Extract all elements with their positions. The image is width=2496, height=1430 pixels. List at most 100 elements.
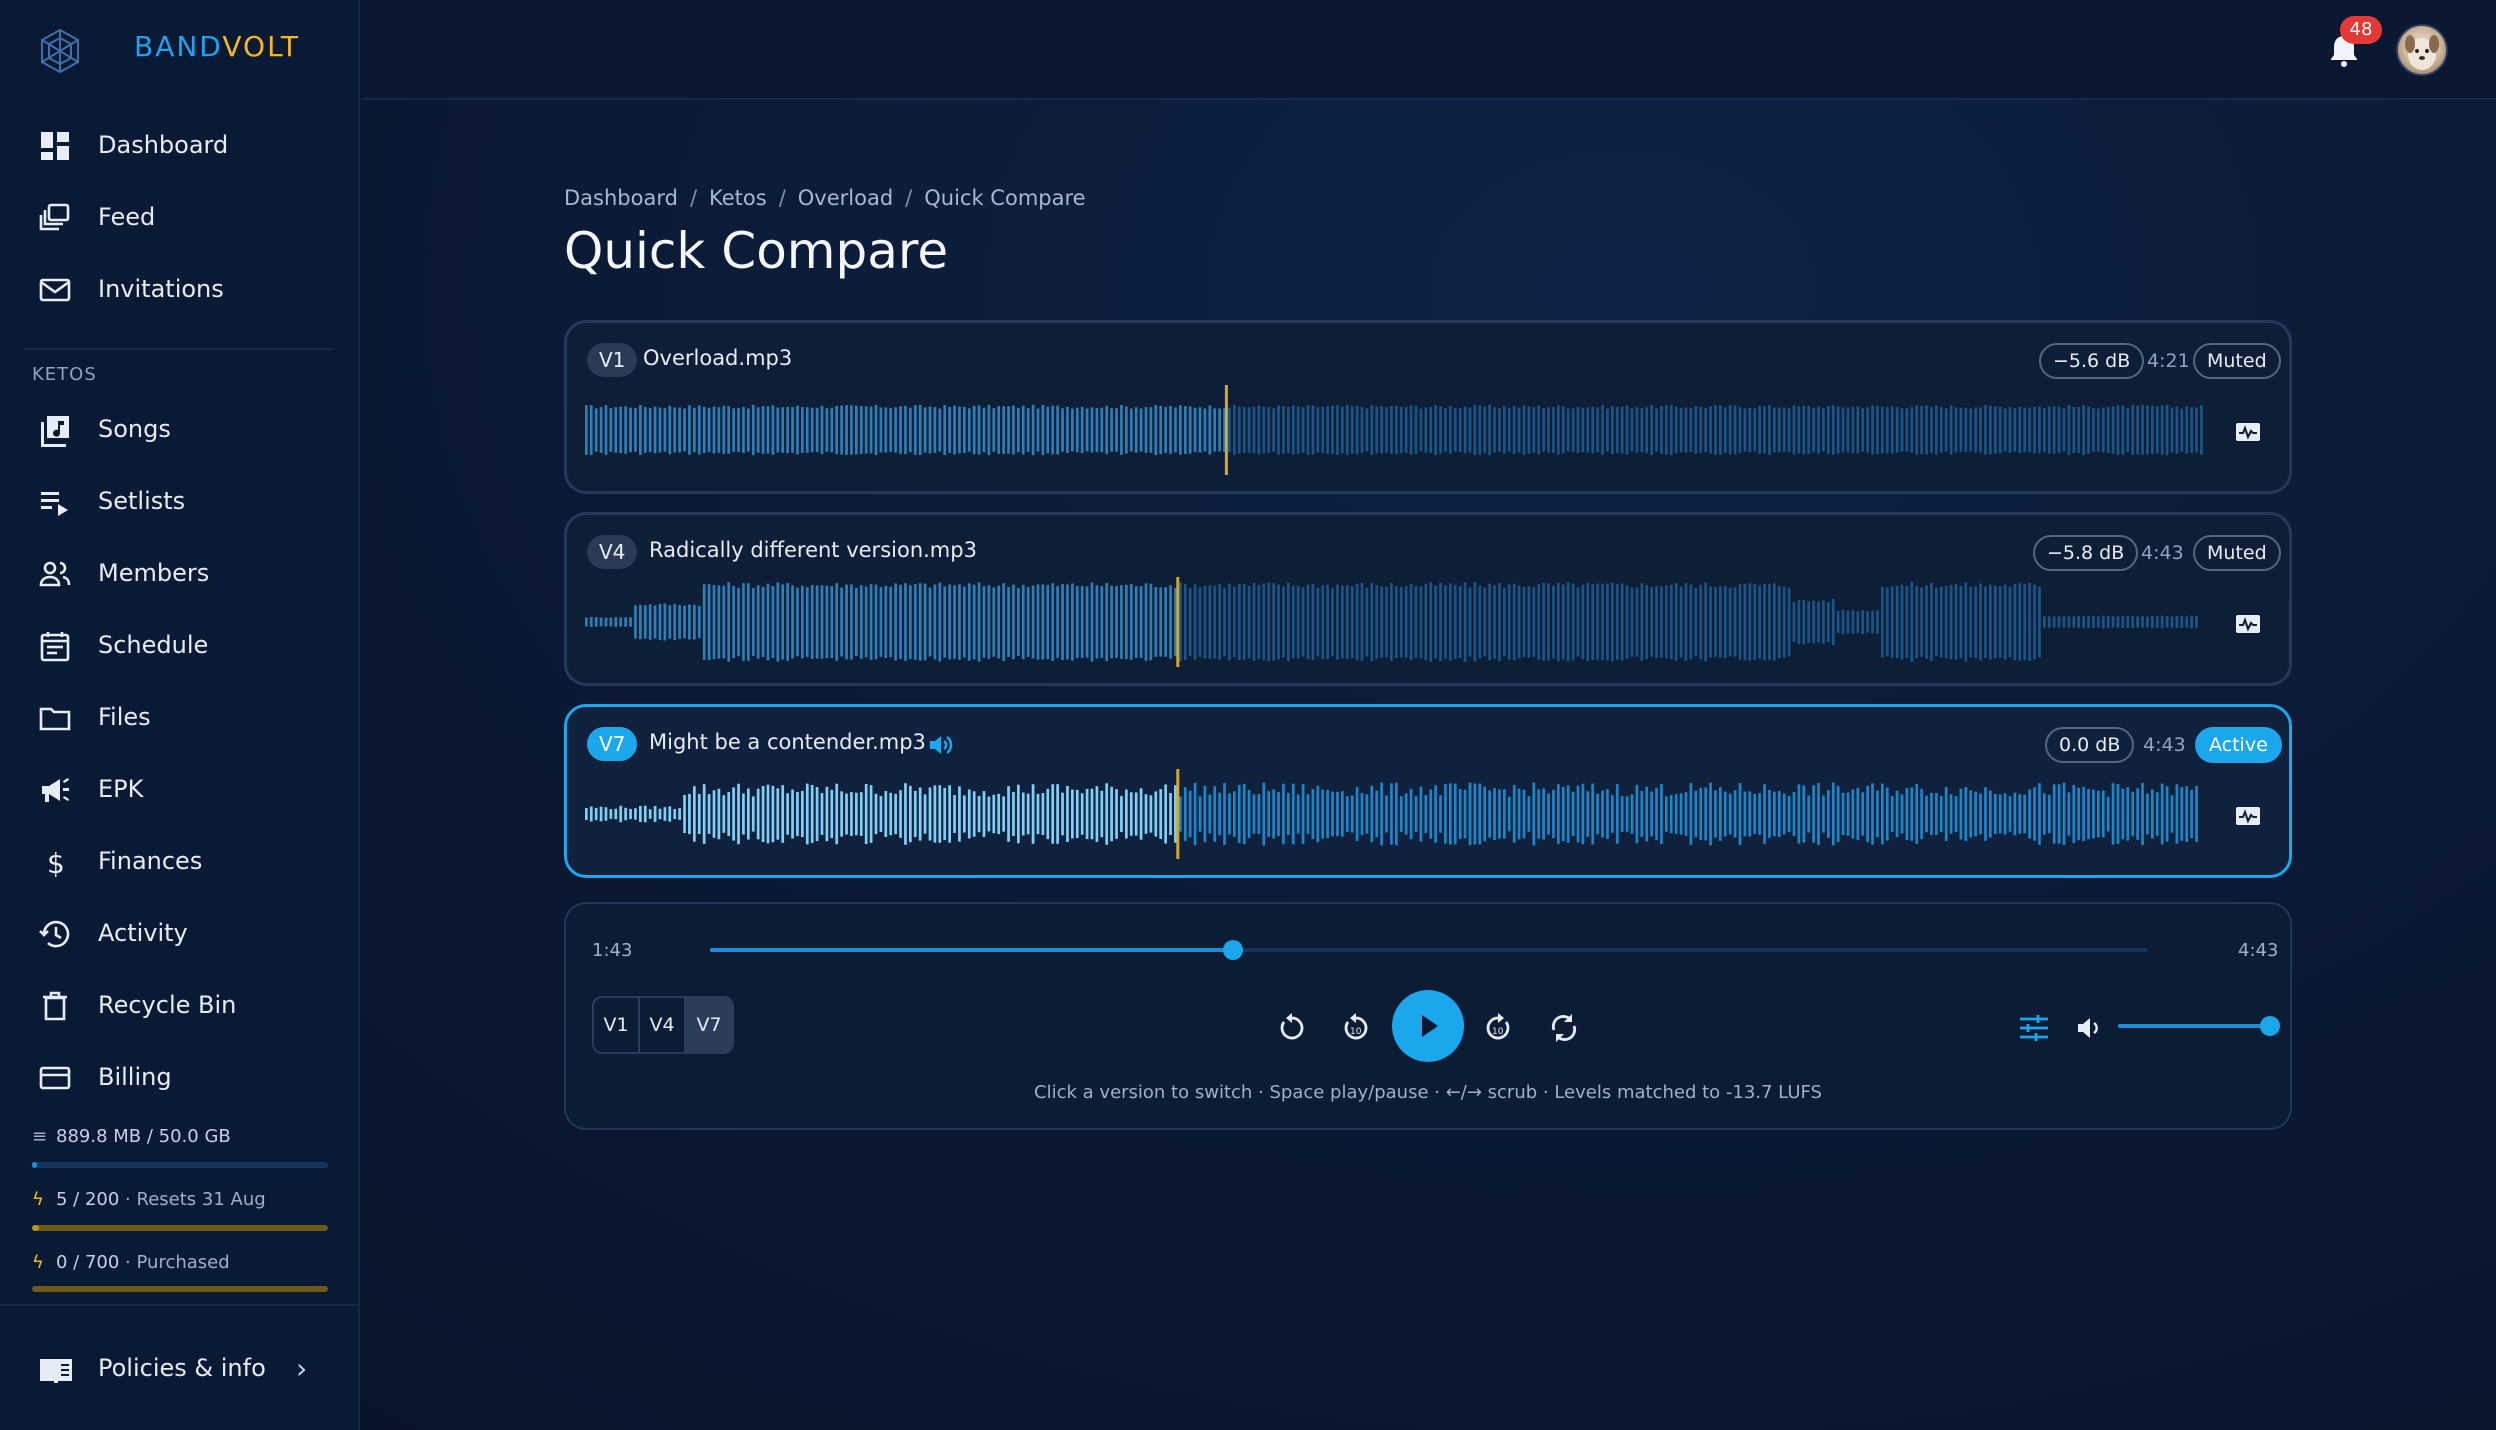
waveform-bar <box>2072 616 2076 628</box>
waveform-bar <box>913 584 917 660</box>
equalizer-icon[interactable] <box>2016 1010 2052 1046</box>
user-avatar[interactable] <box>2396 24 2448 76</box>
waveform-bar <box>791 789 794 839</box>
waveform-bar <box>815 407 819 453</box>
nav-epk[interactable]: EPK <box>0 761 358 817</box>
waveform-toggle-icon[interactable] <box>2235 805 2261 827</box>
waveform-bar <box>1159 405 1163 455</box>
nav-feed[interactable]: Feed <box>0 189 358 245</box>
waveform-bar <box>2121 405 2125 455</box>
waveform-bar <box>1291 405 1295 455</box>
nav-recycle-bin[interactable]: Recycle Bin <box>0 977 358 1033</box>
mute-state-badge[interactable]: Muted <box>2193 343 2281 379</box>
waveform[interactable] <box>585 769 2205 859</box>
play-button[interactable] <box>1392 990 1464 1062</box>
waveform-bar <box>1159 789 1163 839</box>
waveform-bar <box>1831 599 1835 645</box>
waveform-bar <box>859 405 863 455</box>
breadcrumb-ketos[interactable]: Ketos <box>709 186 767 210</box>
waveform-bar <box>2077 616 2081 628</box>
waveform-bar <box>1777 791 1781 837</box>
rewind-10-icon[interactable]: 10 <box>1338 1010 1374 1046</box>
waveform-bar <box>1640 407 1644 453</box>
track-card-v4[interactable]: V4 Radically different version.mp3 −5.8 … <box>564 512 2292 686</box>
waveform-bar <box>1301 784 1305 844</box>
breadcrumb-dashboard[interactable]: Dashboard <box>564 186 678 210</box>
waveform-bar <box>1026 793 1030 835</box>
waveform-bar <box>648 407 652 453</box>
waveform-bar <box>1115 789 1118 839</box>
volume-icon[interactable] <box>2074 1012 2106 1044</box>
mute-state-badge[interactable]: Muted <box>2193 535 2281 571</box>
brand-name[interactable]: BANDVOLT <box>134 30 300 63</box>
waveform-toggle-icon[interactable] <box>2235 421 2261 443</box>
loop-icon[interactable] <box>1546 1010 1582 1046</box>
waveform-bar <box>1017 588 1020 656</box>
waveform-bar <box>1370 405 1374 455</box>
waveform-bar <box>1930 407 1933 453</box>
nav-invitations-label: Invitations <box>98 275 224 303</box>
forward-10-icon[interactable]: 10 <box>1480 1010 1516 1046</box>
seek-handle[interactable] <box>1223 940 1244 960</box>
version-button-v4[interactable]: V4 <box>640 998 686 1052</box>
waveform-bar <box>1169 793 1172 835</box>
waveform-bar <box>643 407 647 453</box>
waveform-bar <box>1596 793 1599 835</box>
waveform-bar <box>1395 585 1398 659</box>
nav-songs[interactable]: Songs <box>0 401 358 457</box>
waveform-bar <box>1753 584 1757 660</box>
waveform-bar <box>1419 408 1423 452</box>
waveform-toggle-icon[interactable] <box>2235 613 2261 635</box>
waveform[interactable] <box>585 385 2205 475</box>
waveform-bar <box>771 785 775 843</box>
volume-slider[interactable] <box>2118 1016 2280 1036</box>
restart-icon[interactable] <box>1274 1010 1310 1046</box>
nav-schedule[interactable]: Schedule <box>0 617 358 673</box>
version-button-v7[interactable]: V7 <box>686 998 732 1052</box>
waveform-bar <box>1331 587 1334 657</box>
waveform-bar <box>737 407 740 453</box>
waveform-bar <box>1291 585 1295 659</box>
waveform-bar <box>1129 408 1133 452</box>
nav-invitations[interactable]: Invitations <box>0 261 358 317</box>
policies-info-button[interactable]: Policies & info › <box>0 1340 358 1396</box>
waveform-bar <box>639 604 642 640</box>
volume-handle[interactable] <box>2260 1016 2280 1036</box>
waveform-bar <box>2185 616 2189 628</box>
waveform-bar <box>1007 786 1010 842</box>
waveform-bar <box>1561 406 1565 454</box>
waveform-bar <box>2195 407 2198 453</box>
breadcrumb-overload[interactable]: Overload <box>798 186 893 210</box>
active-state-badge[interactable]: Active <box>2195 727 2282 763</box>
waveform-bar <box>1444 408 1447 452</box>
waveform-bar <box>1267 407 1271 453</box>
version-button-v1[interactable]: V1 <box>594 998 640 1052</box>
waveform-bar <box>1277 584 1280 660</box>
nav-files[interactable]: Files <box>0 689 358 745</box>
waveform[interactable] <box>585 577 2205 667</box>
nav-dashboard[interactable]: Dashboard <box>0 117 358 173</box>
track-filename: Might be a contender.mp3 <box>649 730 926 754</box>
track-card-v1[interactable]: V1 Overload.mp3 −5.6 dB 4:21 Muted <box>564 320 2292 494</box>
nav-finances[interactable]: $ Finances <box>0 833 358 889</box>
waveform-bar <box>1679 793 1683 835</box>
waveform-bar <box>1311 789 1315 839</box>
waveform-bar <box>1522 789 1526 839</box>
waveform-bar <box>2190 789 2193 839</box>
seek-bar[interactable] <box>710 940 2148 960</box>
waveform-bar <box>1517 788 1521 840</box>
waveform-bar <box>1758 793 1761 835</box>
waveform-bar <box>1390 583 1393 661</box>
waveform-bar <box>2116 784 2120 844</box>
nav-activity[interactable]: Activity <box>0 905 358 961</box>
nav-billing[interactable]: Billing <box>0 1049 358 1105</box>
waveform-bar <box>1321 406 1325 454</box>
track-card-v7[interactable]: V7 Might be a contender.mp3 0.0 dB 4:43 … <box>564 704 2292 878</box>
waveform-bar <box>791 407 794 453</box>
waveform-bar <box>1193 407 1197 453</box>
nav-setlists[interactable]: Setlists <box>0 473 358 529</box>
brand-logo[interactable] <box>38 26 82 76</box>
nav-members[interactable]: Members <box>0 545 358 601</box>
waveform-bar <box>1674 583 1678 661</box>
waveform-bar <box>894 793 897 835</box>
